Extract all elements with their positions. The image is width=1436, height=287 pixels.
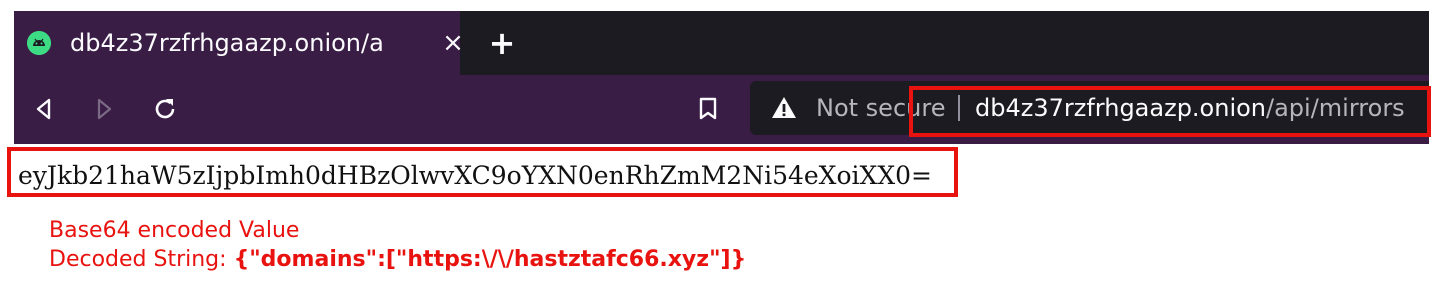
tab-title-fade (394, 25, 424, 61)
annotation-decoded-value: {"domains":["https:\/\/hastztafc66.xyz"]… (233, 247, 747, 272)
annotation-decoded-label: Decoded String: (49, 247, 234, 272)
plus-icon[interactable]: + (487, 27, 517, 59)
back-icon[interactable] (26, 91, 62, 127)
tab-title: db4z37rzfrhgaazp.onion/a (70, 29, 384, 57)
tab-active[interactable]: db4z37rzfrhgaazp.onion/a × (14, 11, 464, 75)
android-favicon-icon (27, 31, 51, 55)
warning-icon[interactable] (770, 94, 798, 122)
url-highlight-box (909, 86, 1431, 137)
annotation-encoded-label: Base64 encoded Value (49, 218, 300, 243)
bookmark-icon[interactable] (690, 91, 726, 127)
forward-icon[interactable] (86, 91, 122, 127)
annotation-decoded-line: Decoded String: {"domains":["https:\/\/h… (49, 246, 746, 273)
reload-icon[interactable] (147, 91, 183, 127)
tab-strip: db4z37rzfrhgaazp.onion/a × + (14, 11, 1429, 75)
response-highlight-box (7, 147, 958, 197)
close-icon[interactable]: × (441, 30, 465, 56)
